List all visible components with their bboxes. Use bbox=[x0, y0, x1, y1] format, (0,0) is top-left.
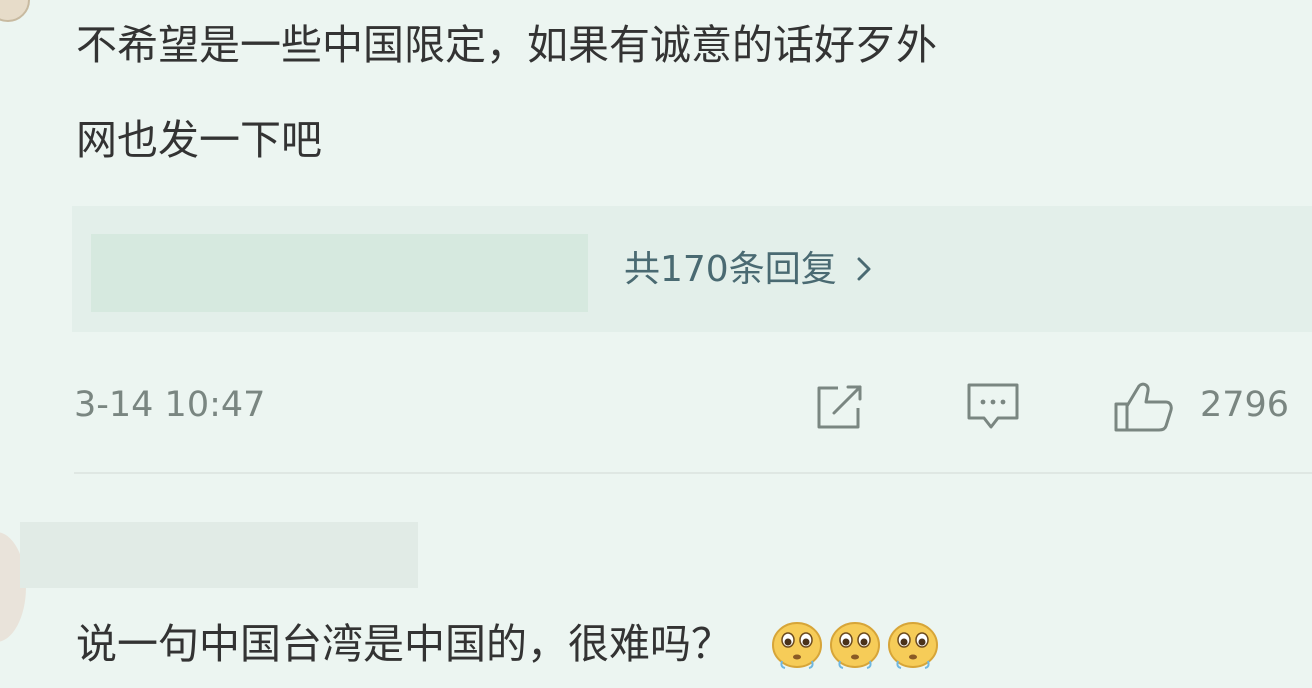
thumbs-up-icon[interactable] bbox=[1114, 382, 1174, 438]
comment-actions-bar: 3-14 10:47 2796 bbox=[74, 382, 1312, 432]
share-icon[interactable] bbox=[814, 382, 868, 436]
pleading-face-emoji bbox=[830, 622, 880, 669]
replies-panel: 共170条回复 bbox=[72, 206, 1312, 332]
comment-timestamp: 3-14 10:47 bbox=[74, 385, 266, 425]
replies-count-label: 共170条回复 bbox=[624, 249, 837, 290]
comment-2-text: 说一句中国台湾是中国的，很难吗？ bbox=[76, 620, 732, 668]
comment-2: 说一句中国台湾是中国的，很难吗？ bbox=[76, 617, 944, 671]
view-replies-link[interactable]: 共170条回复 bbox=[624, 248, 871, 292]
chevron-right-icon bbox=[857, 248, 871, 292]
comment-text-line-2: 网也发一下吧 bbox=[76, 116, 322, 164]
pleading-face-emoji bbox=[772, 622, 822, 669]
commenter-avatar[interactable] bbox=[0, 0, 30, 22]
pleading-face-emoji bbox=[888, 622, 938, 669]
comment-icon[interactable] bbox=[965, 382, 1021, 436]
reply-preview bbox=[91, 234, 588, 312]
emoji-row bbox=[770, 617, 944, 671]
commenter-name-placeholder[interactable] bbox=[20, 522, 418, 588]
comment-divider bbox=[74, 472, 1312, 474]
comment-text-line-1: 不希望是一些中国限定，如果有诚意的话好歹外 bbox=[76, 21, 937, 69]
like-count: 2796 bbox=[1200, 385, 1290, 425]
